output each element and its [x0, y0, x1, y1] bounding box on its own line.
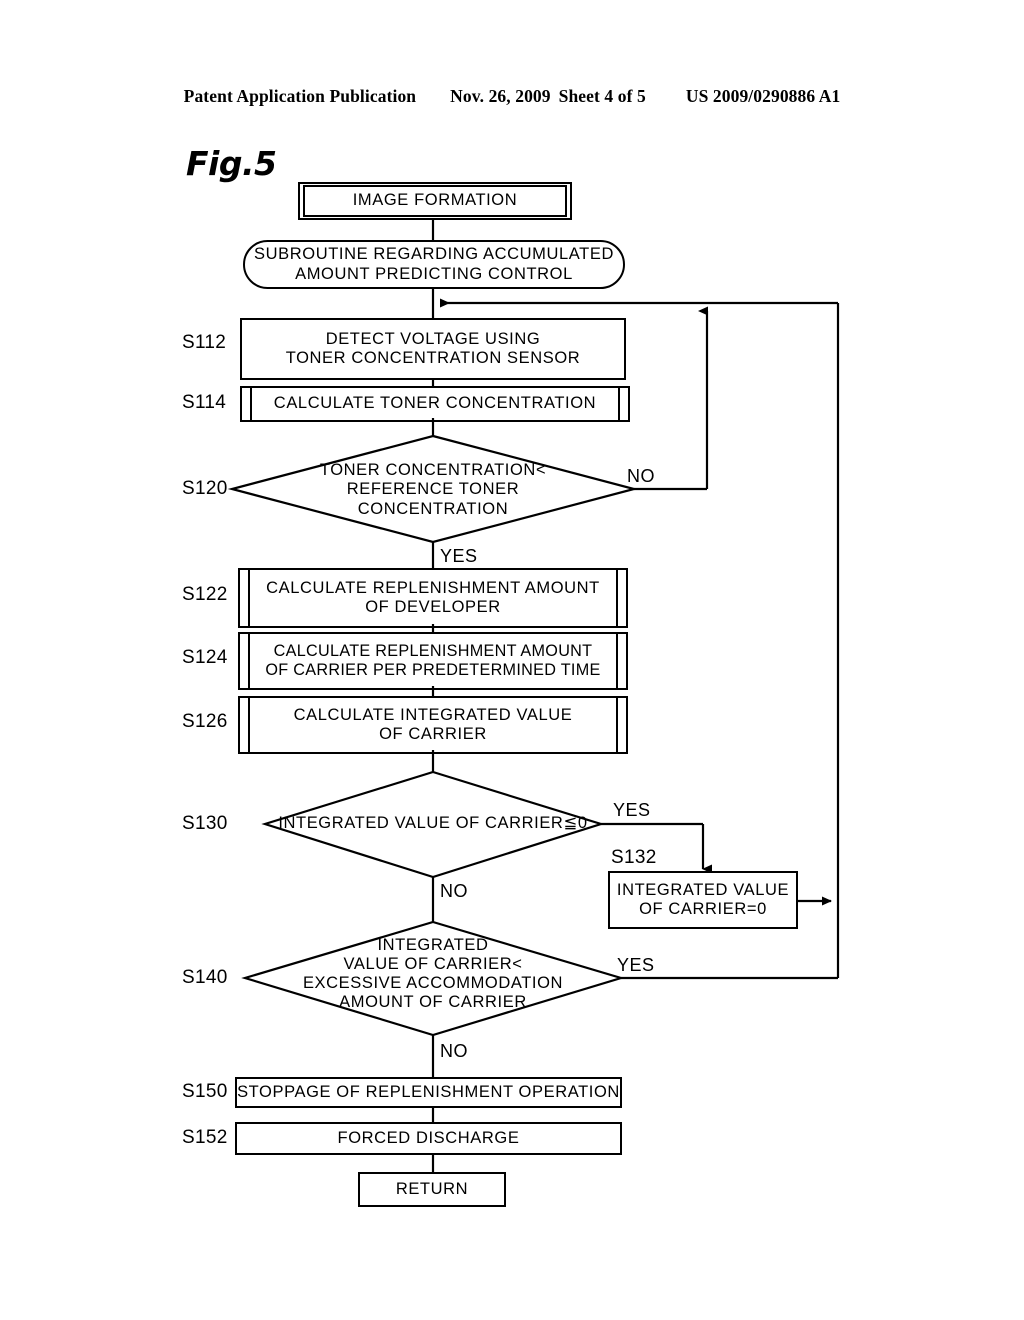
node-s130-label[interactable]: INTEGRATED VALUE OF CARRIER≦0 [270, 812, 596, 836]
node-s122-label: CALCULATE REPLENISHMENT AMOUNT OF DEVELO… [254, 570, 612, 626]
node-subroutine-line2: AMOUNT PREDICTING CONTROL [295, 264, 573, 283]
node-s140-line2: VALUE OF CARRIER< [343, 954, 523, 973]
step-label-s152: S152 [182, 1127, 228, 1148]
node-s122[interactable]: CALCULATE REPLENISHMENT AMOUNT OF DEVELO… [238, 568, 628, 628]
branch-s140-no: NO [440, 1041, 468, 1061]
node-s152[interactable]: FORCED DISCHARGE [235, 1122, 622, 1155]
step-label-s112: S112 [182, 332, 227, 353]
step-label-s122: S122 [182, 584, 228, 605]
step-label-s114: S114 [182, 392, 227, 413]
subroutine-bar-left [248, 634, 250, 688]
step-label-s124: S124 [182, 647, 228, 668]
step-label-s140: S140 [182, 967, 228, 988]
subroutine-bar-right [616, 634, 618, 688]
node-image-formation-label: IMAGE FORMATION [303, 185, 567, 217]
header-publication: Patent Application Publication [183, 86, 417, 106]
branch-s130-yes: YES [613, 800, 651, 820]
header-sheet: Sheet 4 of 5 [558, 86, 646, 106]
branch-s120-yes: YES [440, 546, 478, 566]
node-subroutine-line1: SUBROUTINE REGARDING ACCUMULATED [254, 245, 614, 264]
node-image-formation[interactable]: IMAGE FORMATION [298, 182, 572, 220]
node-s112[interactable]: DETECT VOLTAGE USING TONER CONCENTRATION… [240, 318, 626, 380]
node-s120-label[interactable]: TONER CONCENTRATION< REFERENCE TONER CON… [283, 461, 583, 519]
node-return[interactable]: RETURN [358, 1172, 506, 1207]
node-s114-label: CALCULATE TONER CONCENTRATION [273, 394, 597, 413]
step-label-s130: S130 [182, 813, 228, 834]
node-s140-line3: EXCESSIVE ACCOMMODATION [302, 974, 564, 992]
header-date: Nov. 26, 2009 [450, 86, 551, 106]
node-s140-line1: INTEGRATED [377, 935, 489, 954]
branch-s130-no: NO [440, 881, 468, 901]
node-s122-line1: CALCULATE REPLENISHMENT AMOUNT [266, 578, 600, 597]
step-label-s132: S132 [611, 847, 657, 868]
subroutine-bar-right [618, 388, 620, 420]
subroutine-bar-right [616, 570, 618, 626]
figure-label: Fig.5 [186, 144, 277, 183]
node-s124-line2: OF CARRIER PER PREDETERMINED TIME [265, 661, 601, 679]
header-doc-number: US 2009/0290886 A1 [685, 86, 841, 106]
node-subroutine-terminal[interactable]: SUBROUTINE REGARDING ACCUMULATED AMOUNT … [243, 240, 625, 289]
patent-header: Patent Application Publication Nov. 26, … [0, 86, 1024, 107]
subroutine-bar-left [248, 698, 250, 752]
node-s126[interactable]: CALCULATE INTEGRATED VALUE OF CARRIER [238, 696, 628, 754]
subroutine-bar-left [248, 570, 250, 626]
step-label-s120: S120 [182, 478, 228, 499]
branch-s120-no: NO [627, 466, 655, 486]
subroutine-bar-right [616, 698, 618, 752]
node-s126-line1: CALCULATE INTEGRATED VALUE [293, 705, 573, 724]
node-s132[interactable]: INTEGRATED VALUE OF CARRIER=0 [608, 871, 798, 929]
node-s124[interactable]: CALCULATE REPLENISHMENT AMOUNT OF CARRIE… [238, 632, 628, 690]
node-s132-line2: OF CARRIER=0 [639, 900, 767, 918]
branch-s140-yes: YES [617, 955, 655, 975]
node-s120-line1: TONER CONCENTRATION< [319, 461, 547, 480]
node-s126-label: CALCULATE INTEGRATED VALUE OF CARRIER [254, 698, 612, 752]
node-s124-label: CALCULATE REPLENISHMENT AMOUNT OF CARRIE… [254, 634, 612, 688]
node-s112-line2: TONER CONCENTRATION SENSOR [285, 349, 581, 367]
node-s140-label[interactable]: INTEGRATED VALUE OF CARRIER< EXCESSIVE A… [288, 933, 578, 1015]
node-s126-line2: OF CARRIER [379, 725, 487, 743]
node-s150[interactable]: STOPPAGE OF REPLENISHMENT OPERATION [235, 1077, 622, 1108]
node-s120-line3: CONCENTRATION [357, 499, 509, 518]
node-s132-line1: INTEGRATED VALUE [616, 880, 790, 899]
node-s114[interactable]: CALCULATE TONER CONCENTRATION [240, 386, 630, 422]
node-s140-line4: AMOUNT OF CARRIER [339, 993, 527, 1012]
node-s122-line2: OF DEVELOPER [365, 598, 501, 616]
node-s120-line2: REFERENCE TONER [346, 480, 520, 499]
step-label-s150: S150 [182, 1081, 228, 1102]
subroutine-bar-left [250, 388, 252, 420]
node-s124-line1: CALCULATE REPLENISHMENT AMOUNT [273, 641, 593, 660]
node-s112-line1: DETECT VOLTAGE USING [325, 329, 541, 348]
step-label-s126: S126 [182, 711, 228, 732]
